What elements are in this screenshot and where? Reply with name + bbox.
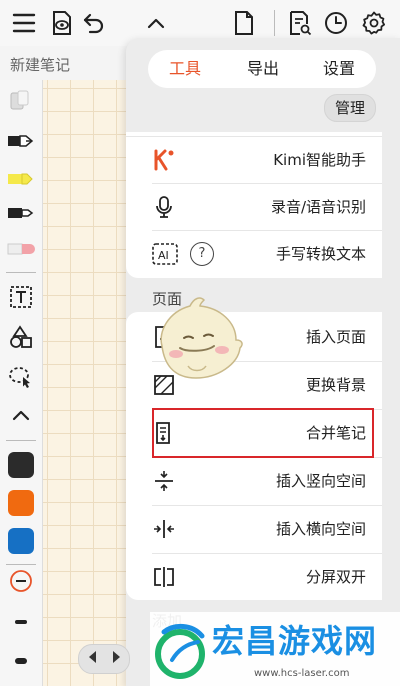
tool-divider <box>6 564 36 565</box>
tab-settings[interactable]: 设置 <box>304 50 374 88</box>
assistant-card: Kimi智能助手 录音/语音识别 AI ? 手写转换文本 <box>126 132 382 278</box>
left-toolbar <box>0 80 43 686</box>
kimi-logo-icon <box>152 148 176 172</box>
highlighter-yellow-icon[interactable] <box>4 164 38 194</box>
tool-divider <box>6 272 36 273</box>
page-navigator <box>78 644 130 674</box>
lasso-select-icon[interactable] <box>4 362 38 392</box>
undo-icon[interactable] <box>80 9 108 37</box>
tool-divider <box>6 440 36 441</box>
split-screen-row[interactable]: 分屏双开 <box>126 554 382 600</box>
collapse-chevron-up-icon[interactable] <box>4 400 38 430</box>
ai-badge-text: AI <box>158 249 169 262</box>
settings-gear-icon[interactable] <box>360 9 388 37</box>
prev-page-icon[interactable] <box>86 649 98 669</box>
change-background-label: 更换背景 <box>305 376 366 394</box>
watermark-url: www.hcs-laser.com <box>254 668 350 679</box>
insert-vertical-space-row[interactable]: 插入竖向空间 <box>126 458 382 504</box>
split-screen-label: 分屏双开 <box>305 568 366 586</box>
watermark-logo-icon <box>154 620 210 680</box>
panel-tab-bar: 工具 导出 设置 <box>148 50 376 88</box>
help-question-icon[interactable]: ? <box>190 242 214 266</box>
vertical-space-icon <box>152 469 176 493</box>
horizontal-space-icon <box>152 517 176 541</box>
history-clock-icon[interactable] <box>322 9 350 37</box>
watermark-banner: 宏昌游戏网 www.hcs-laser.com <box>150 612 400 686</box>
chevron-up-icon[interactable] <box>142 9 170 37</box>
merge-notes-highlight <box>152 408 374 458</box>
color-swatch-black[interactable] <box>8 452 34 478</box>
marker-pen-icon[interactable] <box>4 198 38 228</box>
menu-icon[interactable] <box>10 9 38 37</box>
split-screen-icon <box>152 565 176 589</box>
insert-vertical-space-label: 插入竖向空间 <box>275 472 366 490</box>
insert-horizontal-space-row[interactable]: 插入横向空间 <box>126 506 382 552</box>
search-page-icon[interactable] <box>286 9 314 37</box>
stroke-thin-option[interactable] <box>15 620 27 624</box>
insert-page-label: 插入页面 <box>305 328 366 346</box>
handwriting-to-text-row[interactable]: AI ? 手写转换文本 <box>126 231 382 277</box>
note-title[interactable]: 新建笔记 <box>10 54 70 75</box>
toolbar-divider <box>274 10 275 36</box>
color-swatch-blue[interactable] <box>8 528 34 554</box>
microphone-icon <box>152 195 176 219</box>
preview-icon[interactable] <box>48 9 76 37</box>
kimi-assistant-label: Kimi智能助手 <box>273 151 366 169</box>
stroke-width-icon[interactable] <box>4 566 38 596</box>
shapes-icon[interactable] <box>4 322 38 352</box>
voice-recognition-label: 录音/语音识别 <box>270 198 366 216</box>
text-box-icon[interactable] <box>4 282 38 312</box>
pink-eraser-icon[interactable] <box>4 234 38 264</box>
stroke-thick-option[interactable] <box>15 658 27 664</box>
tab-export[interactable]: 导出 <box>228 50 298 88</box>
manage-button[interactable]: 管理 <box>324 94 376 122</box>
kimi-assistant-row[interactable]: Kimi智能助手 <box>126 137 382 183</box>
ai-text-icon: AI <box>152 242 178 266</box>
new-page-icon[interactable] <box>230 9 258 37</box>
eraser-tool-icon[interactable] <box>4 86 38 116</box>
handwriting-to-text-label: 手写转换文本 <box>275 245 366 263</box>
insert-horizontal-space-label: 插入横向空间 <box>275 520 366 538</box>
fountain-pen-icon[interactable] <box>4 126 38 156</box>
next-page-icon[interactable] <box>111 649 123 669</box>
tab-tools[interactable]: 工具 <box>150 50 220 88</box>
voice-recognition-row[interactable]: 录音/语音识别 <box>126 184 382 230</box>
mascot-sticker-image <box>150 296 246 388</box>
watermark-text: 宏昌游戏网 <box>212 622 378 660</box>
color-swatch-orange[interactable] <box>8 490 34 516</box>
